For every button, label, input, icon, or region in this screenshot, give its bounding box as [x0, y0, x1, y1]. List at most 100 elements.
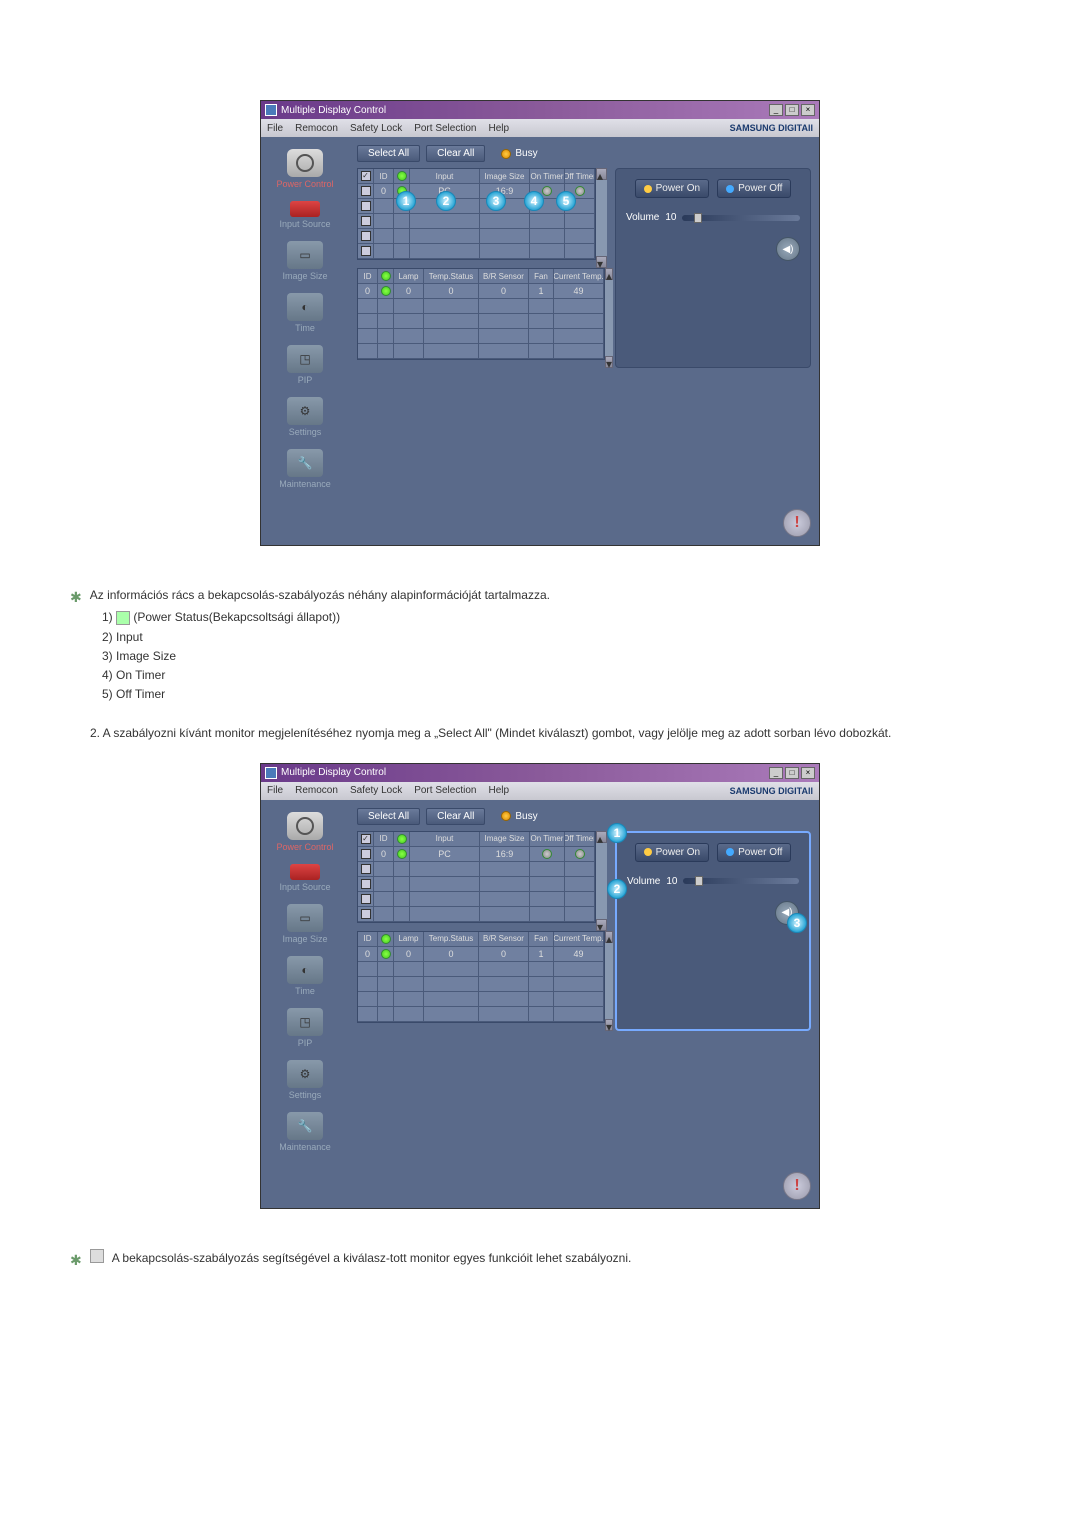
sidebar-pip[interactable]: ◳PIP [265, 1004, 345, 1052]
star-icon: ✱ [70, 586, 82, 608]
pip-icon: ◳ [287, 1008, 323, 1036]
scrollbar[interactable]: ▴▾ [596, 168, 607, 268]
titlebar: Multiple Display Control _ □ × [261, 101, 819, 119]
offtimer-icon [575, 186, 585, 196]
settings-icon: ⚙ [287, 397, 323, 425]
table-row[interactable] [358, 229, 595, 244]
sidebar-time[interactable]: ◐Time [265, 289, 345, 337]
sidebar-settings[interactable]: ⚙Settings [265, 393, 345, 441]
table-row[interactable] [358, 299, 604, 314]
sidebar-settings[interactable]: ⚙Settings [265, 1056, 345, 1104]
select-all-button[interactable]: Select All [357, 808, 420, 825]
alert-icon: ! [783, 1172, 811, 1200]
power-icon [287, 149, 323, 177]
minimize-button[interactable]: _ [769, 104, 783, 116]
header-checkbox[interactable] [361, 834, 371, 844]
power-on-button[interactable]: Power On [635, 843, 709, 862]
speaker-icon[interactable]: ◀) [776, 237, 800, 261]
menu-remocon[interactable]: Remocon [295, 123, 338, 134]
menu-file[interactable]: File [267, 123, 283, 134]
table-row[interactable] [358, 992, 604, 1007]
sidebar-input-source[interactable]: Input Source [265, 197, 345, 233]
table-row[interactable] [358, 962, 604, 977]
sidebar-maintenance[interactable]: 🔧Maintenance [265, 445, 345, 493]
sidebar-image-size[interactable]: ▭Image Size [265, 237, 345, 285]
volume-slider[interactable] [682, 215, 800, 221]
table-row[interactable] [358, 329, 604, 344]
menu-file[interactable]: File [267, 785, 283, 796]
sidebar-power-control[interactable]: Power Control [265, 808, 345, 856]
app-icon [265, 767, 277, 779]
clear-all-button[interactable]: Clear All [426, 808, 485, 825]
menu-help[interactable]: Help [488, 785, 509, 796]
table-row[interactable]: 0 0 0 0 1 49 [358, 284, 604, 299]
settings-icon: ⚙ [287, 1060, 323, 1088]
sidebar-maintenance[interactable]: 🔧Maintenance [265, 1108, 345, 1156]
menu-remocon[interactable]: Remocon [295, 785, 338, 796]
app-icon [265, 104, 277, 116]
alert-icon: ! [783, 509, 811, 537]
close-button[interactable]: × [801, 767, 815, 779]
power-off-button[interactable]: Power Off [717, 843, 791, 862]
volume-slider[interactable] [683, 878, 799, 884]
statusbar: ! [261, 1164, 819, 1208]
titlebar: Multiple Display Control _ □ × [261, 764, 819, 782]
table-row[interactable] [358, 907, 595, 922]
power-icon [287, 812, 323, 840]
menu-help[interactable]: Help [488, 123, 509, 134]
power-on-button[interactable]: Power On [635, 179, 709, 198]
brand-label: SAMSUNG DIGITAll [730, 123, 813, 133]
remote-icon [290, 864, 320, 880]
table-row[interactable]: 0 0 0 0 1 49 [358, 947, 604, 962]
scrollbar[interactable]: ▴▾ [596, 831, 607, 931]
header-checkbox[interactable] [361, 171, 371, 181]
table-row[interactable] [358, 214, 595, 229]
sidebar-input-source[interactable]: Input Source [265, 860, 345, 896]
ontimer-icon [542, 186, 552, 196]
sidebar-time[interactable]: ◐Time [265, 952, 345, 1000]
table-row[interactable] [358, 862, 595, 877]
scrollbar[interactable]: ▴▾ [605, 268, 613, 368]
sidebar-image-size[interactable]: ▭Image Size [265, 900, 345, 948]
table-row[interactable]: 0 PC 16:9 [358, 847, 595, 862]
menu-port-selection[interactable]: Port Selection [414, 785, 476, 796]
table-row[interactable] [358, 877, 595, 892]
table-row[interactable] [358, 244, 595, 259]
control-panel: 1 Power On Power Off 2 Volume 10 ◀) 3 [615, 831, 811, 1031]
row-checkbox[interactable] [361, 849, 371, 859]
menu-port-selection[interactable]: Port Selection [414, 123, 476, 134]
checkbox-icon [90, 1249, 104, 1263]
close-button[interactable]: × [801, 104, 815, 116]
info-grid-2: ID Lamp Temp.Status B/R Sensor Fan Curre… [357, 931, 605, 1023]
poweron-icon [644, 185, 652, 193]
volume-value: 10 [666, 876, 677, 887]
menu-safety-lock[interactable]: Safety Lock [350, 785, 402, 796]
sidebar-pip[interactable]: ◳PIP [265, 341, 345, 389]
minimize-button[interactable]: _ [769, 767, 783, 779]
star-icon: ✱ [70, 1249, 82, 1271]
select-all-button[interactable]: Select All [357, 145, 420, 162]
marker-1: 1 [396, 191, 416, 211]
table-row[interactable] [358, 1007, 604, 1022]
clear-all-button[interactable]: Clear All [426, 145, 485, 162]
volume-label: Volume [626, 212, 659, 223]
info-grid-2: ID Lamp Temp.Status B/R Sensor Fan Curre… [357, 268, 605, 360]
statusbar: ! [261, 501, 819, 545]
time-icon: ◐ [287, 293, 323, 321]
maintenance-icon: 🔧 [287, 1112, 323, 1140]
brand-label: SAMSUNG DIGITAll [730, 786, 813, 796]
maintenance-icon: 🔧 [287, 449, 323, 477]
busy-label: Busy [515, 148, 537, 159]
table-row[interactable] [358, 977, 604, 992]
sidebar-power-control[interactable]: Power Control [265, 145, 345, 193]
table-row[interactable] [358, 314, 604, 329]
menu-safety-lock[interactable]: Safety Lock [350, 123, 402, 134]
sidebar: Power Control Input Source ▭Image Size ◐… [261, 800, 349, 1164]
scrollbar[interactable]: ▴▾ [605, 931, 613, 1031]
maximize-button[interactable]: □ [785, 767, 799, 779]
maximize-button[interactable]: □ [785, 104, 799, 116]
row-checkbox[interactable] [361, 186, 371, 196]
table-row[interactable] [358, 344, 604, 359]
table-row[interactable] [358, 892, 595, 907]
power-off-button[interactable]: Power Off [717, 179, 791, 198]
